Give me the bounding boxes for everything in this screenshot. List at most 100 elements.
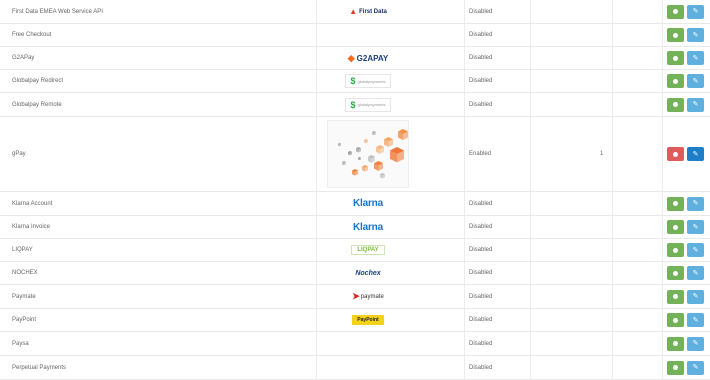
cubes-logo-image: [327, 120, 409, 188]
install-button[interactable]: [667, 336, 684, 351]
install-button[interactable]: [667, 196, 684, 211]
gateway-name: Free Checkout: [12, 32, 52, 38]
install-button[interactable]: [667, 4, 684, 19]
logo-text: G2APAY: [356, 53, 389, 63]
plus-circle-icon: [673, 201, 678, 206]
column-divider: [464, 47, 465, 69]
edit-button[interactable]: ✎: [687, 196, 704, 211]
globalpay-logo: $ globalpayments: [345, 97, 391, 112]
gateway-status: Enabled: [469, 151, 492, 157]
table-row: Perpetual Payments Disabled ✎: [0, 356, 710, 380]
install-button[interactable]: [667, 28, 684, 42]
gateway-status: Disabled: [469, 55, 493, 61]
column-divider: [464, 332, 465, 355]
pencil-icon: ✎: [692, 340, 699, 347]
column-divider: [612, 93, 613, 116]
install-button[interactable]: [667, 266, 684, 280]
logo-text: First Data: [359, 8, 387, 15]
nochex-logo: Nochex: [355, 269, 381, 277]
column-divider: [316, 70, 317, 92]
install-button[interactable]: [667, 220, 684, 234]
edit-button[interactable]: ✎: [687, 243, 704, 257]
gateway-logo: ◆ G2APAY: [320, 47, 416, 69]
edit-button[interactable]: ✎: [687, 97, 704, 112]
edit-button[interactable]: ✎: [687, 74, 704, 88]
plus-circle-icon: [673, 32, 678, 38]
gateway-status: Disabled: [469, 364, 493, 371]
table-row: Paymate ➤ paymate Disabled ✎: [0, 285, 710, 309]
column-divider: [612, 192, 613, 215]
column-divider: [464, 93, 465, 116]
edit-button[interactable]: ✎: [687, 220, 704, 234]
pencil-icon: ✎: [692, 246, 699, 254]
column-divider: [316, 93, 317, 116]
edit-button[interactable]: ✎: [687, 289, 704, 304]
edit-button[interactable]: ✎: [687, 360, 704, 375]
plus-circle-icon: [673, 102, 678, 107]
column-divider: [612, 239, 613, 261]
edit-button[interactable]: ✎: [687, 266, 704, 280]
install-button[interactable]: [667, 97, 684, 112]
uninstall-button[interactable]: [667, 147, 684, 161]
gateway-logo: $ globalpayments: [320, 70, 416, 92]
column-divider: [662, 309, 663, 331]
minus-circle-icon: [673, 151, 678, 157]
column-divider: [464, 24, 465, 46]
gateway-status: Disabled: [469, 101, 493, 108]
column-divider: [662, 117, 663, 191]
edit-button[interactable]: ✎: [687, 51, 704, 65]
liqpay-logo: LIQPAY: [351, 245, 385, 255]
install-button[interactable]: [667, 51, 684, 65]
table-row: LIQPAY LIQPAY Disabled ✎: [0, 239, 710, 262]
row-actions: ✎: [667, 285, 704, 308]
column-divider: [612, 0, 613, 23]
gateway-logo: [320, 24, 416, 46]
gateway-name: PayPoint: [12, 317, 37, 323]
column-divider: [316, 47, 317, 69]
column-divider: [464, 356, 465, 379]
table-row: gPay Enabled 1 ✎: [0, 117, 710, 192]
install-button[interactable]: [667, 74, 684, 88]
column-divider: [530, 309, 531, 331]
edit-button[interactable]: ✎: [687, 313, 704, 327]
pencil-icon: ✎: [692, 77, 699, 85]
install-button[interactable]: [667, 289, 684, 304]
column-divider: [662, 216, 663, 238]
column-divider: [316, 117, 317, 191]
column-divider: [464, 262, 465, 284]
pencil-icon: ✎: [692, 200, 699, 207]
table-row: Globalpay Redirect $ globalpayments Disable…: [0, 70, 710, 93]
edit-button[interactable]: ✎: [687, 336, 704, 351]
gateway-status: Disabled: [469, 317, 493, 323]
install-button[interactable]: [667, 360, 684, 375]
install-button[interactable]: [667, 243, 684, 257]
column-divider: [612, 70, 613, 92]
column-divider: [464, 192, 465, 215]
install-button[interactable]: [667, 313, 684, 327]
edit-button[interactable]: ✎: [687, 4, 704, 19]
gateway-name: NOCHEX: [12, 270, 38, 276]
column-divider: [612, 309, 613, 331]
row-actions: ✎: [667, 192, 704, 215]
gateway-name: Klarna Invoice: [12, 224, 51, 230]
table-row: Paysa Disabled ✎: [0, 332, 710, 356]
column-divider: [612, 332, 613, 355]
edit-button[interactable]: ✎: [687, 147, 704, 161]
gateway-logo: Klarna: [320, 216, 416, 238]
column-divider: [662, 356, 663, 379]
row-actions: ✎: [667, 239, 704, 261]
column-divider: [464, 216, 465, 238]
row-actions: ✎: [667, 309, 704, 331]
row-actions: ✎: [667, 24, 704, 46]
gateway-name: Globalpay Remote: [12, 101, 62, 108]
pencil-icon: ✎: [692, 293, 699, 300]
column-divider: [662, 262, 663, 284]
plus-circle-icon: [673, 224, 678, 230]
column-divider: [464, 70, 465, 92]
edit-button[interactable]: ✎: [687, 28, 704, 42]
column-divider: [662, 0, 663, 23]
gateway-status: Disabled: [469, 8, 493, 15]
column-divider: [316, 285, 317, 308]
column-divider: [612, 117, 613, 191]
table-row: Globalpay Remote $ globalpayments Disabled ✎: [0, 93, 710, 117]
